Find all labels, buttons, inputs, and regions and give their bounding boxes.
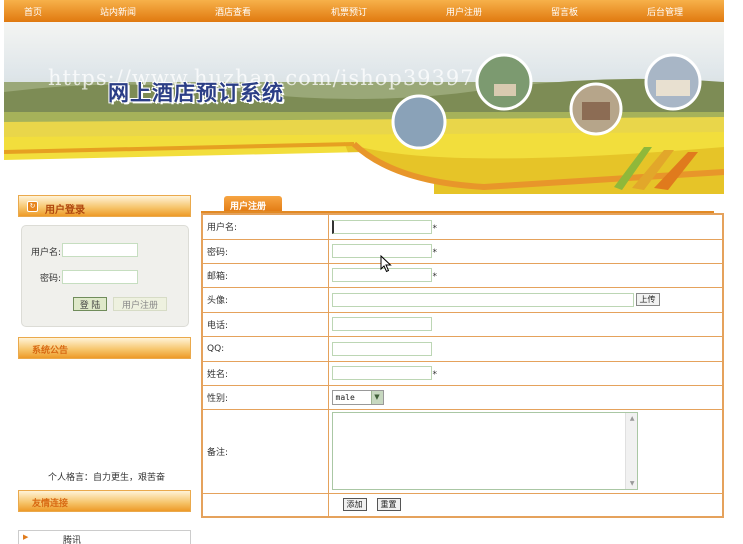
qq-input[interactable] <box>331 341 432 356</box>
row-password: 密码: * <box>201 238 724 264</box>
username-label: 用户名: <box>31 248 62 258</box>
notice-panel-title: 系统公告 <box>32 346 69 356</box>
nav-guestbook[interactable]: 留言板 <box>551 5 578 18</box>
scroll-down-icon[interactable]: ▼ <box>630 480 635 487</box>
required-mark: * <box>432 223 438 234</box>
chevron-down-icon: ▼ <box>370 390 383 404</box>
required-mark: * <box>432 248 438 258</box>
links-panel-header: 友情连接 <box>18 490 191 512</box>
gender-select[interactable]: male ▼ <box>331 389 384 405</box>
gender-selected-value: male <box>335 392 355 402</box>
mouse-cursor-icon <box>380 255 392 273</box>
add-button[interactable]: 添加 <box>342 498 367 512</box>
login-icon: ↻ <box>27 201 38 212</box>
required-mark: * <box>432 370 438 380</box>
password-field-label: 密码: <box>201 238 329 264</box>
login-panel-header: ↻ 用户登录 <box>18 195 191 217</box>
register-panel: 用户注册 用户名: * 密码: * 邮箱: * 头像: 上传 电话: QQ: 姓… <box>201 194 724 520</box>
note-textarea[interactable]: ▲ ▼ <box>331 412 638 490</box>
login-username-input[interactable] <box>62 243 138 257</box>
nav-register[interactable]: 用户注册 <box>446 5 482 18</box>
scroll-up-icon[interactable]: ▲ <box>630 415 635 422</box>
nav-flights[interactable]: 机票预订 <box>331 5 367 18</box>
row-note: 备注: ▲ ▼ <box>201 408 724 494</box>
password-label: 密码: <box>40 274 62 284</box>
name-field-label: 姓名: <box>201 360 329 386</box>
phone-field-label: 电话: <box>201 311 329 337</box>
avatar-input[interactable] <box>331 292 634 307</box>
notice-panel-header: 系统公告 <box>18 337 191 359</box>
phone-input[interactable] <box>331 317 432 331</box>
link-tencent[interactable]: 腾讯 <box>63 533 81 544</box>
banner: https://www.huzhan.com/ishop39397 网上酒店预订… <box>4 22 724 194</box>
row-gender: 性别: male ▼ <box>201 384 724 410</box>
row-name: 姓名: * <box>201 360 724 386</box>
links-list: ▶ 腾讯 <box>18 530 191 544</box>
row-avatar: 头像: 上传 <box>201 286 724 313</box>
top-nav: 首页 站内新闻 酒店查看 机票预订 用户注册 留言板 后台管理 <box>4 0 724 22</box>
register-form: 用户名: * 密码: * 邮箱: * 头像: 上传 电话: QQ: 姓名: * … <box>201 213 724 518</box>
username-input[interactable] <box>331 219 432 234</box>
login-button[interactable]: 登 陆 <box>73 297 107 311</box>
avatar-field-label: 头像: <box>201 286 329 313</box>
username-field-label: 用户名: <box>201 213 329 240</box>
upload-button[interactable]: 上传 <box>635 293 660 306</box>
required-mark: * <box>432 272 438 282</box>
reset-button[interactable]: 重置 <box>376 498 401 512</box>
banner-landscape <box>4 53 724 194</box>
email-field-label: 邮箱: <box>201 262 329 288</box>
nav-hotels[interactable]: 酒店查看 <box>215 5 251 18</box>
login-password-input[interactable] <box>62 270 138 284</box>
note-field-label: 备注: <box>201 408 329 494</box>
row-username: 用户名: * <box>201 213 724 240</box>
register-link-button[interactable]: 用户注册 <box>113 297 167 311</box>
links-panel-title: 友情连接 <box>32 499 69 509</box>
row-qq: QQ: <box>201 335 724 362</box>
name-input[interactable] <box>331 366 432 380</box>
qq-field-label: QQ: <box>201 335 329 362</box>
login-box: 用户名: 密码: 登 陆 用户注册 <box>21 225 189 327</box>
site-title: 网上酒店预订系统 <box>108 80 284 105</box>
register-tab[interactable]: 用户注册 <box>224 196 282 212</box>
row-phone: 电话: <box>201 311 724 337</box>
motto-text: 个人格言：自力更生，艰苦奋 <box>48 473 166 483</box>
nav-home[interactable]: 首页 <box>24 5 42 18</box>
arrow-right-icon: ▶ <box>23 533 29 541</box>
nav-admin[interactable]: 后台管理 <box>647 5 683 18</box>
row-actions: 添加 重置 <box>201 492 724 518</box>
nav-news[interactable]: 站内新闻 <box>100 5 136 18</box>
textarea-scrollbar[interactable]: ▲ ▼ <box>624 413 637 489</box>
login-panel-title: 用户登录 <box>45 205 85 216</box>
notice-body <box>18 370 191 482</box>
gender-field-label: 性别: <box>201 384 329 410</box>
row-email: 邮箱: * <box>201 262 724 288</box>
